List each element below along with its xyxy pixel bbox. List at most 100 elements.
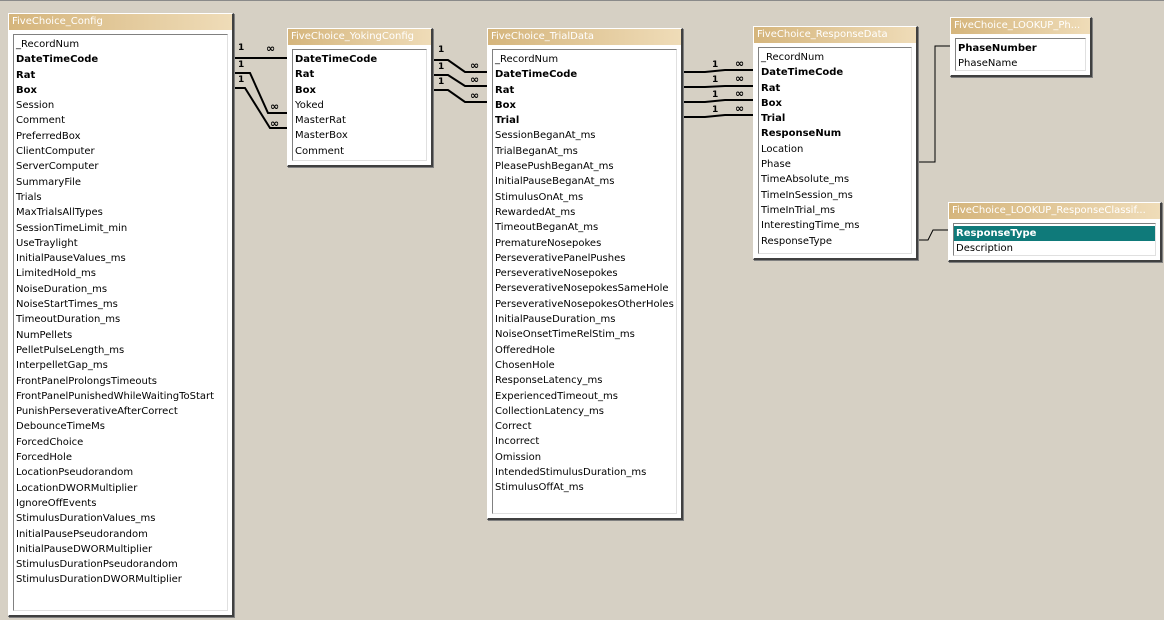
table-fivechoice-responsedata[interactable]: FiveChoice_ResponseData _RecordNum DateTi… (753, 26, 918, 260)
field-responsenum[interactable]: ResponseNum (759, 126, 911, 141)
field-timeinsession-ms[interactable]: TimeInSession_ms (759, 188, 911, 203)
field-list[interactable]: _RecordNum DateTimeCode Rat Box Session Comme… (13, 34, 228, 611)
field-list[interactable]: PhaseNumber PhaseName (955, 38, 1086, 71)
field-comment[interactable]: Comment (293, 144, 426, 159)
field-trials[interactable]: Trials (14, 190, 227, 205)
field-timeintrial-ms[interactable]: TimeInTrial_ms (759, 203, 911, 218)
field-usetraylight[interactable]: UseTraylight (14, 236, 227, 251)
field-list[interactable]: _RecordNum DateTimeCode Rat Box Trial Session… (492, 49, 677, 514)
table-fivechoice-yokingconfig[interactable]: FiveChoice_YokingConfig DateTimeCode Rat B… (287, 28, 433, 167)
field-initialpausepseudorandom[interactable]: InitialPausePseudorandom (14, 527, 227, 542)
field-datetimecode[interactable]: DateTimeCode (14, 52, 227, 67)
field-noiseonsettimerelstim-ms[interactable]: NoiseOnsetTimeRelStim_ms (493, 327, 676, 342)
field-intendedstimulusduration-ms[interactable]: IntendedStimulusDuration_ms (493, 465, 676, 480)
field-ignoreoffevents[interactable]: IgnoreOffEvents (14, 496, 227, 511)
field-preferredbox[interactable]: PreferredBox (14, 129, 227, 144)
field-noisestarttimes-ms[interactable]: NoiseStartTimes_ms (14, 297, 227, 312)
field-initialpausevalues-ms[interactable]: InitialPauseValues_ms (14, 251, 227, 266)
table-title[interactable]: FiveChoice_Config (9, 14, 232, 30)
field-timeoutbeganat-ms[interactable]: TimeoutBeganAt_ms (493, 220, 676, 235)
field-pelletpulselength-ms[interactable]: PelletPulseLength_ms (14, 343, 227, 358)
field-stimulusonat-ms[interactable]: StimulusOnAt_ms (493, 190, 676, 205)
field-datetimecode[interactable]: DateTimeCode (493, 67, 676, 82)
field-correct[interactable]: Correct (493, 419, 676, 434)
table-title[interactable]: FiveChoice_ResponseData (754, 27, 916, 43)
field-sessionbeganat-ms[interactable]: SessionBeganAt_ms (493, 128, 676, 143)
table-fivechoice-config[interactable]: FiveChoice_Config _RecordNum DateTimeCode… (8, 13, 234, 617)
field-clientcomputer[interactable]: ClientComputer (14, 144, 227, 159)
field-forcedhole[interactable]: ForcedHole (14, 450, 227, 465)
table-fivechoice-trialdata[interactable]: FiveChoice_TrialData _RecordNum DateTimeC… (487, 28, 683, 520)
field-limitedhold-ms[interactable]: LimitedHold_ms (14, 266, 227, 281)
field-noiseduration-ms[interactable]: NoiseDuration_ms (14, 282, 227, 297)
field-chosenhole[interactable]: ChosenHole (493, 358, 676, 373)
field-box[interactable]: Box (759, 96, 911, 111)
field-yoked[interactable]: Yoked (293, 98, 426, 113)
field-box[interactable]: Box (293, 83, 426, 98)
field-locationpseudorandom[interactable]: LocationPseudorandom (14, 465, 227, 480)
field-rat[interactable]: Rat (759, 81, 911, 96)
field-session[interactable]: Session (14, 98, 227, 113)
field-responselatency-ms[interactable]: ResponseLatency_ms (493, 373, 676, 388)
field-responsetype[interactable]: ResponseType (954, 226, 1155, 242)
field-phase[interactable]: Phase (759, 157, 911, 172)
field-frontpanelpunishedwhilewaitingtostart[interactable]: FrontPanelPunishedWhileWaitingToStart (14, 389, 227, 404)
field-list[interactable]: DateTimeCode Rat Box Yoked MasterRat MasterBo… (292, 49, 427, 161)
field-forcedchoice[interactable]: ForcedChoice (14, 435, 227, 450)
field-offeredhole[interactable]: OfferedHole (493, 343, 676, 358)
field-interpelletgap-ms[interactable]: InterpelletGap_ms (14, 358, 227, 373)
field-responsetype[interactable]: ResponseType (759, 234, 911, 249)
field-timeoutduration-ms[interactable]: TimeoutDuration_ms (14, 312, 227, 327)
table-fivechoice-lookup-responseclassif[interactable]: FiveChoice_LOOKUP_ResponseClassif... Res… (948, 202, 1162, 262)
field-pleasepushbeganat-ms[interactable]: PleasePushBeganAt_ms (493, 159, 676, 174)
field-experiencedtimeout-ms[interactable]: ExperiencedTimeout_ms (493, 389, 676, 404)
field-trialbeganat-ms[interactable]: TrialBeganAt_ms (493, 144, 676, 159)
field-trial[interactable]: Trial (493, 113, 676, 128)
field-stimulusdurationdwormultiplier[interactable]: StimulusDurationDWORMultiplier (14, 572, 227, 587)
field-box[interactable]: Box (493, 98, 676, 113)
field-perseverativenosepokessamehole[interactable]: PerseverativeNosepokesSameHole (493, 281, 676, 296)
field-trial[interactable]: Trial (759, 111, 911, 126)
field-masterbox[interactable]: MasterBox (293, 128, 426, 143)
field-rat[interactable]: Rat (493, 83, 676, 98)
field-masterrat[interactable]: MasterRat (293, 113, 426, 128)
field-phasename[interactable]: PhaseName (956, 56, 1085, 70)
field-recordnum[interactable]: _RecordNum (14, 37, 227, 52)
field-datetimecode[interactable]: DateTimeCode (293, 52, 426, 67)
field-list[interactable]: _RecordNum DateTimeCode Rat Box Trial Respons… (758, 47, 912, 254)
field-frontpanelprolongstimeouts[interactable]: FrontPanelProlongsTimeouts (14, 374, 227, 389)
field-recordnum[interactable]: _RecordNum (493, 52, 676, 67)
field-perseverativepanelpushes[interactable]: PerseverativePanelPushes (493, 251, 676, 266)
field-phasenumber[interactable]: PhaseNumber (956, 41, 1085, 56)
field-stimulusoffat-ms[interactable]: StimulusOffAt_ms (493, 480, 676, 495)
field-maxtrialsalltypes[interactable]: MaxTrialsAllTypes (14, 205, 227, 220)
field-description[interactable]: Description (954, 241, 1155, 255)
table-title[interactable]: FiveChoice_TrialData (488, 29, 681, 45)
field-timeabsolute-ms[interactable]: TimeAbsolute_ms (759, 172, 911, 187)
field-collectionlatency-ms[interactable]: CollectionLatency_ms (493, 404, 676, 419)
table-title[interactable]: FiveChoice_LOOKUP_ResponseClassif... (949, 203, 1160, 219)
field-stimulusdurationpseudorandom[interactable]: StimulusDurationPseudorandom (14, 557, 227, 572)
field-list[interactable]: ResponseType Description (953, 223, 1156, 256)
field-debouncetimems[interactable]: DebounceTimeMs (14, 419, 227, 434)
field-interestingtime-ms[interactable]: InterestingTime_ms (759, 218, 911, 233)
field-perseverativenosepokesotherholes[interactable]: PerseverativeNosepokesOtherHoles (493, 297, 676, 312)
table-title[interactable]: FiveChoice_YokingConfig (288, 29, 431, 45)
field-datetimecode[interactable]: DateTimeCode (759, 65, 911, 80)
field-location[interactable]: Location (759, 142, 911, 157)
field-omission[interactable]: Omission (493, 450, 676, 465)
field-perseverativenosepokes[interactable]: PerseverativeNosepokes (493, 266, 676, 281)
field-initialpauseduration-ms[interactable]: InitialPauseDuration_ms (493, 312, 676, 327)
field-rat[interactable]: Rat (14, 68, 227, 83)
table-fivechoice-lookup-phase[interactable]: FiveChoice_LOOKUP_Ph... PhaseNumber Phase… (950, 17, 1092, 77)
field-prematurenosepokes[interactable]: PrematureNosepokes (493, 236, 676, 251)
field-locationdwormultiplier[interactable]: LocationDWORMultiplier (14, 481, 227, 496)
field-numpellets[interactable]: NumPellets (14, 328, 227, 343)
field-initialpausebeganat-ms[interactable]: InitialPauseBeganAt_ms (493, 174, 676, 189)
field-rewardedat-ms[interactable]: RewardedAt_ms (493, 205, 676, 220)
field-punishperseverativeaftercorrect[interactable]: PunishPerseverativeAfterCorrect (14, 404, 227, 419)
table-title[interactable]: FiveChoice_LOOKUP_Ph... (951, 18, 1090, 34)
field-summaryfile[interactable]: SummaryFile (14, 175, 227, 190)
field-incorrect[interactable]: Incorrect (493, 434, 676, 449)
field-sessiontimelimit-min[interactable]: SessionTimeLimit_min (14, 221, 227, 236)
